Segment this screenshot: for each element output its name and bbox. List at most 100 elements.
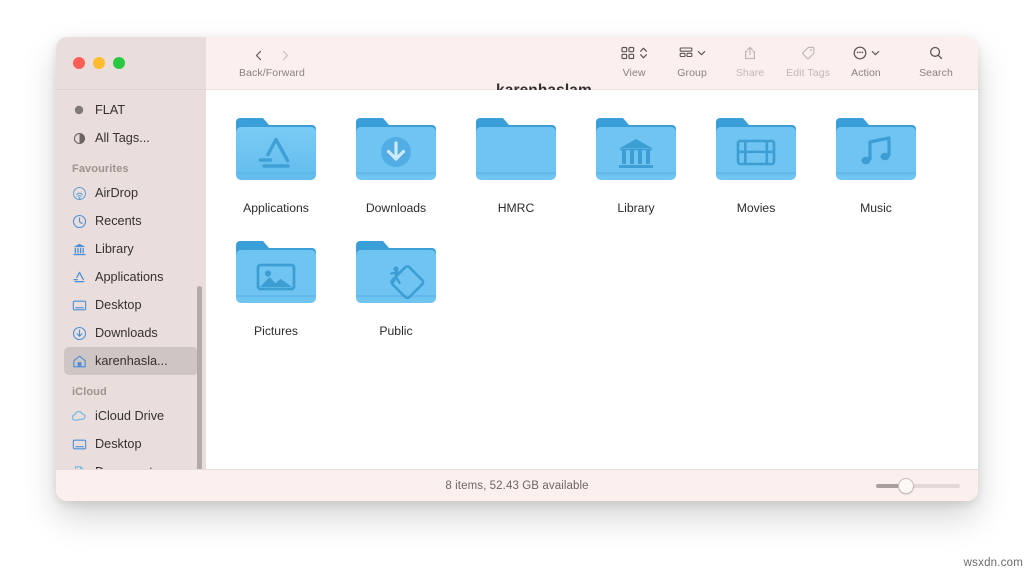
file-grid-area: Applications Downloads xyxy=(206,90,978,469)
sidebar-item-label: Applications xyxy=(95,270,163,284)
sidebar: FLAT All Tags... Favourites xyxy=(56,90,206,469)
music-folder-icon xyxy=(830,112,922,193)
toolbar-edit-tags-label: Edit Tags xyxy=(786,67,830,79)
file-label: Public xyxy=(379,324,412,338)
sidebar-item-label: Downloads xyxy=(95,326,158,340)
finder-window: Back/Forward karenhaslam xyxy=(56,37,978,501)
movies-folder-icon xyxy=(710,112,802,193)
sidebar-scrollbar[interactable] xyxy=(197,286,202,469)
file-item-hmrc[interactable]: HMRC xyxy=(456,112,576,215)
file-item-movies[interactable]: Movies xyxy=(696,112,816,215)
file-item-public[interactable]: Public xyxy=(336,235,456,338)
icon-grid: Applications Downloads xyxy=(206,90,978,358)
desktop-icon xyxy=(71,297,87,313)
sidebar-item-recents[interactable]: Recents xyxy=(64,207,198,235)
sidebar-item-label: All Tags... xyxy=(95,131,150,145)
file-label: HMRC xyxy=(498,201,535,215)
search-icon xyxy=(928,45,944,66)
sidebar-group-header-favourites: Favourites xyxy=(56,152,206,179)
sidebar-item-label: AirDrop xyxy=(95,186,138,200)
toolbar: Back/Forward karenhaslam xyxy=(206,37,978,90)
toolbar-search-label: Search xyxy=(919,67,953,79)
traffic-light-buttons xyxy=(73,57,125,69)
sidebar-item-label: FLAT xyxy=(95,103,125,117)
sidebar-header-area xyxy=(56,37,206,90)
all-tags-icon xyxy=(71,130,87,146)
sidebar-item-icloud-drive[interactable]: iCloud Drive xyxy=(64,402,198,430)
maximize-button-icon[interactable] xyxy=(113,57,125,69)
status-bar: 8 items, 52.43 GB available xyxy=(56,469,978,501)
public-folder-icon xyxy=(350,235,442,316)
chevron-down-icon xyxy=(871,45,880,66)
close-button-icon[interactable] xyxy=(73,57,85,69)
home-icon xyxy=(71,353,87,369)
plain-folder-icon xyxy=(470,112,562,193)
gray-dot-icon xyxy=(71,102,87,118)
toolbar-search-button[interactable]: Search xyxy=(916,45,956,79)
chevron-right-icon[interactable] xyxy=(279,49,292,62)
icon-size-slider[interactable] xyxy=(876,479,960,493)
file-item-music[interactable]: Music xyxy=(816,112,936,215)
file-label: Music xyxy=(860,201,892,215)
sidebar-item-label: Desktop xyxy=(95,437,142,451)
toolbar-view-label: View xyxy=(623,67,646,79)
sidebar-item-label: iCloud Drive xyxy=(95,409,164,423)
appstore-icon xyxy=(71,269,87,285)
sidebar-item-karenhaslam[interactable]: karenhasla... xyxy=(64,347,198,375)
file-label: Downloads xyxy=(366,201,426,215)
file-item-downloads[interactable]: Downloads xyxy=(336,112,456,215)
file-label: Library xyxy=(617,201,654,215)
pictures-folder-icon xyxy=(230,235,322,316)
back-forward-control: Back/Forward xyxy=(239,45,305,79)
toolbar-items: View xyxy=(614,37,978,90)
desktop-icon xyxy=(71,436,87,452)
sidebar-group-header-icloud: iCloud xyxy=(56,375,206,402)
chevron-left-icon[interactable] xyxy=(252,49,265,62)
toolbar-group-label: Group xyxy=(677,67,707,79)
sidebar-item-airdrop[interactable]: AirDrop xyxy=(64,179,198,207)
download-icon xyxy=(71,325,87,341)
appstore-folder-icon xyxy=(230,112,322,193)
share-icon xyxy=(742,45,758,66)
watermark: wsxdn.com xyxy=(964,557,1023,569)
toolbar-share-label: Share xyxy=(736,67,765,79)
file-item-applications[interactable]: Applications xyxy=(216,112,336,215)
sidebar-item-label: Recents xyxy=(95,214,142,228)
minimize-button-icon[interactable] xyxy=(93,57,105,69)
download-folder-icon xyxy=(350,112,442,193)
toolbar-action-button[interactable]: Action xyxy=(846,45,886,79)
toolbar-edit-tags-button[interactable]: Edit Tags xyxy=(786,45,830,79)
file-item-library[interactable]: Library xyxy=(576,112,696,215)
airdrop-icon xyxy=(71,185,87,201)
sidebar-item-all-tags[interactable]: All Tags... xyxy=(64,124,198,152)
sidebar-item-label: karenhasla... xyxy=(95,354,168,368)
file-label: Applications xyxy=(243,201,309,215)
sidebar-item-documents[interactable]: Documents xyxy=(64,458,198,469)
up-down-chevron-icon xyxy=(639,45,648,66)
chevron-down-icon xyxy=(697,45,706,66)
window-top-bar: Back/Forward karenhaslam xyxy=(56,37,978,90)
sidebar-item-flat[interactable]: FLAT xyxy=(64,96,198,124)
library-folder-icon xyxy=(590,112,682,193)
sidebar-item-icloud-desktop[interactable]: Desktop xyxy=(64,430,198,458)
clock-icon xyxy=(71,213,87,229)
toolbar-action-label: Action xyxy=(851,67,881,79)
toolbar-share-button[interactable]: Share xyxy=(730,45,770,79)
file-item-pictures[interactable]: Pictures xyxy=(216,235,336,338)
grid-view-icon xyxy=(620,45,636,66)
group-list-icon xyxy=(678,45,694,66)
file-label: Movies xyxy=(737,201,776,215)
slider-thumb[interactable] xyxy=(898,478,914,494)
action-ellipsis-icon xyxy=(852,45,868,66)
sidebar-item-library[interactable]: Library xyxy=(64,235,198,263)
toolbar-view-button[interactable]: View xyxy=(614,45,654,79)
status-text: 8 items, 52.43 GB available xyxy=(445,480,588,492)
file-label: Pictures xyxy=(254,324,298,338)
sidebar-item-desktop[interactable]: Desktop xyxy=(64,291,198,319)
sidebar-item-downloads[interactable]: Downloads xyxy=(64,319,198,347)
toolbar-group-button[interactable]: Group xyxy=(672,45,712,79)
sidebar-item-label: Desktop xyxy=(95,298,142,312)
sidebar-item-applications[interactable]: Applications xyxy=(64,263,198,291)
tag-icon xyxy=(800,45,816,66)
window-body: FLAT All Tags... Favourites xyxy=(56,90,978,469)
